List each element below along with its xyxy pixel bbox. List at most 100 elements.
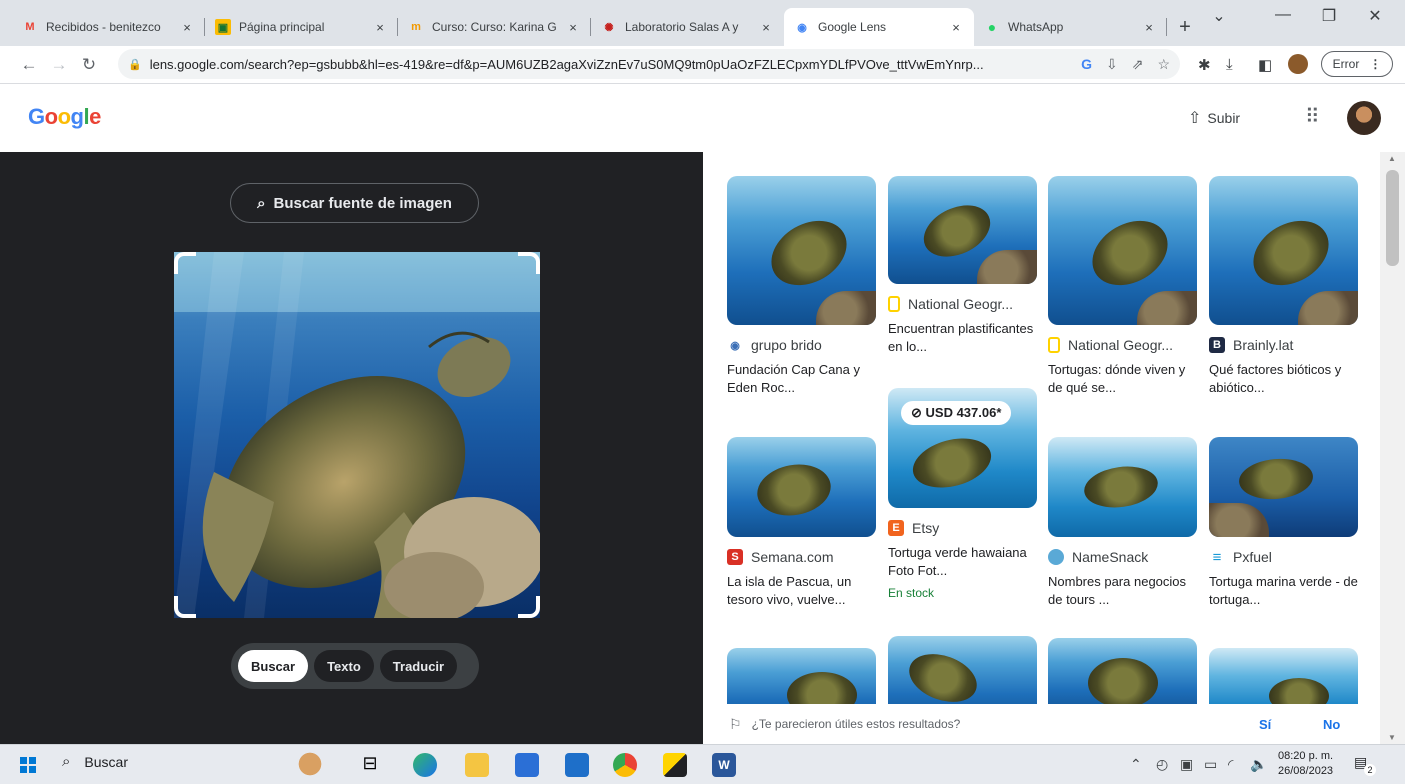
result-card[interactable]: B Brainly.lat Qué factores bióticos y ab… <box>1209 176 1358 397</box>
avatar[interactable] <box>1347 101 1381 135</box>
find-image-source-button[interactable]: ⌕ Buscar fuente de imagen <box>230 183 479 223</box>
mode-buscar[interactable]: Buscar <box>238 650 309 682</box>
restore-icon[interactable]: ❐ <box>1306 6 1352 26</box>
result-source[interactable]: NameSnack <box>1048 549 1197 565</box>
store-icon[interactable] <box>515 753 539 777</box>
result-title[interactable]: La isla de Pascua, un tesoro vivo, vuelv… <box>727 573 876 609</box>
result-title[interactable]: Qué factores bióticos y abiótico... <box>1209 361 1358 397</box>
close-icon[interactable]: × <box>372 20 388 35</box>
tab-pagina-principal[interactable]: ▣ Página principal × <box>205 8 398 46</box>
result-title[interactable]: Encuentran plastificantes en lo... <box>888 320 1037 356</box>
crop-handle-top-right[interactable] <box>518 252 540 274</box>
close-icon[interactable]: × <box>565 20 581 35</box>
result-title[interactable]: Tortuga marina verde - de tortuga... <box>1209 573 1358 609</box>
close-icon[interactable]: × <box>948 20 964 35</box>
chrome-icon[interactable] <box>613 753 637 777</box>
result-card[interactable]: National Geogr... Encuentran plastifican… <box>888 176 1037 356</box>
close-window-icon[interactable]: ✕ <box>1352 6 1398 26</box>
result-source[interactable]: ≡ Pxfuel <box>1209 549 1358 566</box>
result-source[interactable]: National Geogr... <box>1048 337 1197 353</box>
result-thumbnail[interactable] <box>1209 176 1358 325</box>
error-button[interactable]: Error ⋮ <box>1321 51 1393 77</box>
task-view-icon[interactable]: ⊟ <box>358 753 382 777</box>
tab-curso[interactable]: m Curso: Curso: Karina G × <box>398 8 591 46</box>
volume-icon[interactable]: 🔈 <box>1250 756 1267 773</box>
meet-now-icon[interactable]: ◴ <box>1156 756 1168 773</box>
apps-grid-icon[interactable]: ⠿ <box>1305 104 1320 129</box>
result-source[interactable]: National Geogr... <box>888 296 1037 312</box>
result-source[interactable]: E Etsy <box>888 520 1037 536</box>
logo-letter: g <box>70 104 84 129</box>
feedback-yes-button[interactable]: Sí <box>1259 717 1271 732</box>
result-card[interactable]: S Semana.com La isla de Pascua, un tesor… <box>727 425 876 609</box>
result-card[interactable]: NameSnack Nombres para negocios de tours… <box>1048 425 1197 609</box>
google-logo[interactable]: Google <box>28 104 101 130</box>
result-card[interactable]: ⊘ USD 437.06* E Etsy Tortuga verde hawai… <box>888 388 1037 600</box>
extensions-icon[interactable]: ✱ <box>1198 56 1211 74</box>
upload-button[interactable]: ⇧ Subir <box>1188 108 1240 128</box>
search-highlight-dog-icon[interactable] <box>282 749 338 779</box>
result-source[interactable]: S Semana.com <box>727 549 876 565</box>
address-bar[interactable]: 🔒 lens.google.com/search?ep=gsbubb&hl=es… <box>118 49 1180 79</box>
back-icon[interactable]: ← <box>14 55 44 75</box>
install-app-icon[interactable]: ⇩ <box>1106 56 1118 73</box>
result-thumbnail[interactable] <box>727 437 876 537</box>
result-card[interactable]: ≡ Pxfuel Tortuga marina verde - de tortu… <box>1209 425 1358 609</box>
reload-icon[interactable]: ↻ <box>74 55 104 75</box>
battery-icon[interactable]: ▭ <box>1204 756 1217 773</box>
close-icon[interactable]: × <box>1141 20 1157 35</box>
windows-start-icon[interactable] <box>20 757 36 773</box>
tab-whatsapp[interactable]: ● WhatsApp × <box>974 8 1167 46</box>
scroll-down-icon[interactable]: ▼ <box>1388 733 1396 742</box>
result-source[interactable]: B Brainly.lat <box>1209 337 1358 353</box>
result-thumbnail[interactable] <box>888 176 1037 284</box>
mail-icon[interactable] <box>565 753 589 777</box>
crop-handle-top-left[interactable] <box>174 252 196 274</box>
side-panel-icon[interactable]: ◧ <box>1258 56 1272 74</box>
download-icon[interactable]: ⤓ <box>1226 56 1233 73</box>
query-image[interactable] <box>174 252 540 618</box>
tab-laboratorio[interactable]: ✺ Laboratorio Salas A y × <box>591 8 784 46</box>
scroll-up-icon[interactable]: ▲ <box>1388 154 1396 163</box>
feedback-no-button[interactable]: No <box>1323 717 1340 732</box>
results-scrollbar[interactable]: ▲ ▼ <box>1380 152 1405 744</box>
taskbar-clock[interactable]: 08:20 p. m. 26/08/2023 <box>1278 749 1333 779</box>
tray-app-icon[interactable]: ▣ <box>1180 756 1193 773</box>
result-source[interactable]: ◉ grupo brido <box>727 337 876 353</box>
result-thumbnail[interactable] <box>1209 437 1358 537</box>
tab-gmail[interactable]: M Recibidos - benitezco × <box>12 8 205 46</box>
notification-center-icon[interactable]: ▤ 2 <box>1354 754 1376 776</box>
result-thumbnail[interactable] <box>727 176 876 325</box>
close-icon[interactable]: × <box>179 20 195 35</box>
taskbar-search[interactable]: ⌕ Buscar <box>62 753 128 770</box>
file-explorer-icon[interactable] <box>465 753 489 777</box>
crop-handle-bottom-right[interactable] <box>518 596 540 618</box>
tab-google-lens[interactable]: ◉ Google Lens × <box>784 8 974 46</box>
edge-icon[interactable] <box>413 753 437 777</box>
forward-icon[interactable]: → <box>44 55 74 75</box>
tray-chevron-icon[interactable]: ⌃ <box>1130 756 1142 773</box>
profile-avatar-icon[interactable] <box>1288 54 1308 74</box>
result-title[interactable]: Tortugas: dónde viven y de qué se... <box>1048 361 1197 397</box>
google-g-icon[interactable]: G <box>1081 56 1092 72</box>
result-card[interactable]: National Geogr... Tortugas: dónde viven … <box>1048 176 1197 397</box>
scrollbar-thumb[interactable] <box>1386 170 1399 266</box>
share-icon[interactable]: ⇗ <box>1132 56 1144 73</box>
result-title[interactable]: Fundación Cap Cana y Eden Roc... <box>727 361 876 397</box>
result-title[interactable]: Tortuga verde hawaiana Foto Fot... <box>888 544 1037 580</box>
sticky-notes-icon[interactable] <box>663 753 687 777</box>
mode-traducir[interactable]: Traducir <box>379 650 458 682</box>
close-icon[interactable]: × <box>758 20 774 35</box>
result-title[interactable]: Nombres para negocios de tours ... <box>1048 573 1197 609</box>
result-thumbnail[interactable] <box>1048 437 1197 537</box>
result-thumbnail[interactable] <box>1048 176 1197 325</box>
crop-handle-bottom-left[interactable] <box>174 596 196 618</box>
minimize-icon[interactable]: — <box>1260 6 1306 24</box>
tab-search-chevron-icon[interactable]: ⌄ <box>1196 6 1242 26</box>
result-card[interactable]: ◉ grupo brido Fundación Cap Cana y Eden … <box>727 176 876 397</box>
word-icon[interactable]: W <box>712 753 736 777</box>
result-thumbnail[interactable]: ⊘ USD 437.06* <box>888 388 1037 508</box>
mode-texto[interactable]: Texto <box>314 650 374 682</box>
wifi-icon[interactable]: ◜ <box>1228 756 1233 773</box>
bookmark-star-icon[interactable]: ☆ <box>1157 56 1170 73</box>
